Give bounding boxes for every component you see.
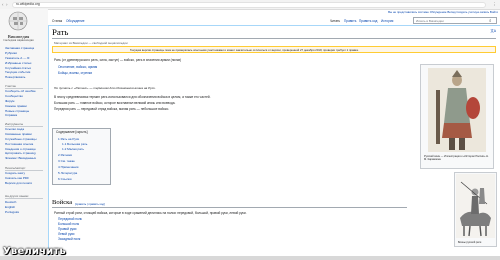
section-edit-link[interactable]: [править | править код] [75, 202, 105, 206]
tab-article[interactable]: Статья [52, 19, 62, 23]
paragraph: В эпоху средневековья термин рать исполь… [54, 95, 211, 99]
divider [52, 38, 496, 39]
main-navigation: Заглавная страница Рубрики Указатель А —… [5, 46, 46, 80]
list-item[interactable]: Бойцы, воины, стрелки [58, 71, 92, 75]
divider [5, 198, 43, 199]
list-item[interactable]: Правой руки [58, 227, 76, 231]
toc-item[interactable]: 5 Литература [58, 171, 77, 175]
infobox-caption: Русский воин — Иллюстрация к «Истории Ро… [424, 155, 489, 162]
print-links: Создать книгу Скачать как PDF Версия для… [5, 171, 46, 186]
participation-links: Сообщить об ошибке Сообщество Форум Свеж… [5, 89, 46, 118]
personal-tools[interactable]: Вы не представились системе Обсуждение В… [320, 10, 498, 14]
status-bar [0, 256, 500, 260]
hatnote: Не путать с «Ратник» — термином для обоз… [54, 86, 156, 90]
toc-item[interactable]: 2 Ратники [58, 153, 72, 157]
nav-item[interactable]: Элемент Викиданных [5, 156, 46, 161]
tab-edit[interactable]: Править [344, 19, 356, 23]
address-text: ru.wikipedia.org [16, 2, 40, 7]
paragraph: Ратный строй рати, стоящей войска, котор… [54, 211, 247, 215]
toc-item[interactable]: 1.1 Большая рать [62, 142, 87, 146]
list-item[interactable]: Большой полк [58, 222, 79, 226]
wikipedia-globe-icon[interactable] [8, 11, 28, 31]
warrior-illustration[interactable] [428, 68, 486, 152]
paragraph: Большая рать — главное войско, которое в… [54, 101, 176, 105]
tools-links: Ссылки сюда Связанные правки Служебные с… [5, 127, 46, 161]
address-bar[interactable] [12, 1, 486, 8]
nav-item[interactable]: Версия для печати [5, 181, 46, 186]
nav-item[interactable]: Пожертвовать [5, 75, 46, 80]
toc-item[interactable]: 1 Рать на Руси [58, 137, 79, 141]
intro-text: Рать (от древнерусского ратъ, сила, заст… [54, 58, 182, 62]
forward-icon[interactable]: › [6, 2, 8, 7]
riders-illustration[interactable] [456, 174, 495, 238]
tab-read[interactable]: Читать [330, 19, 340, 23]
tab-talk[interactable]: Обсуждение [66, 19, 85, 23]
menu-icon[interactable]: ⋮ [492, 2, 497, 7]
language-links: Deutsch English Português [5, 200, 46, 215]
language-icon[interactable]: 文A [490, 28, 496, 33]
page-title: Рать [52, 27, 69, 37]
site-subtitle: Материал из Википедии — свободной энцикл… [54, 41, 128, 45]
toc-title[interactable]: Содержание [скрыть] [56, 130, 87, 134]
zoom-label: Увеличить [3, 246, 66, 257]
toc-item[interactable]: 1.2 Малая рать [62, 147, 84, 151]
toc-item[interactable]: 6 Ссылки [58, 177, 71, 181]
tab-history[interactable]: История [381, 19, 393, 23]
nav-item[interactable]: Português [5, 210, 46, 215]
nav-item[interactable]: Справка [5, 113, 46, 118]
search-placeholder: Искать в Википедии [416, 19, 444, 23]
paragraph: Передняя рать — передовой отряд войска, … [54, 107, 170, 111]
back-icon[interactable]: ‹ [2, 2, 4, 7]
logo-subtitle: Свободная энциклопедия [3, 39, 34, 42]
section-heading: Войска [52, 199, 73, 206]
list-item[interactable]: Засадный полк [58, 237, 80, 241]
divider [52, 207, 407, 208]
list-item[interactable]: Ополчение, войско, армия [58, 65, 97, 69]
toc-item[interactable]: 3 См. также [58, 159, 75, 163]
list-item[interactable]: Левой руки [58, 232, 74, 236]
toc-item[interactable]: 4 Примечания [58, 165, 78, 169]
thumbnail-caption: Воины русской рати [458, 241, 482, 244]
review-notice-text: Текущая версия страницы пока не проверял… [130, 48, 359, 52]
list-item[interactable]: Передовой полк [58, 217, 82, 221]
search-icon[interactable]: ⌕ [489, 18, 491, 23]
tab-edit-source[interactable]: Править код [359, 19, 377, 23]
